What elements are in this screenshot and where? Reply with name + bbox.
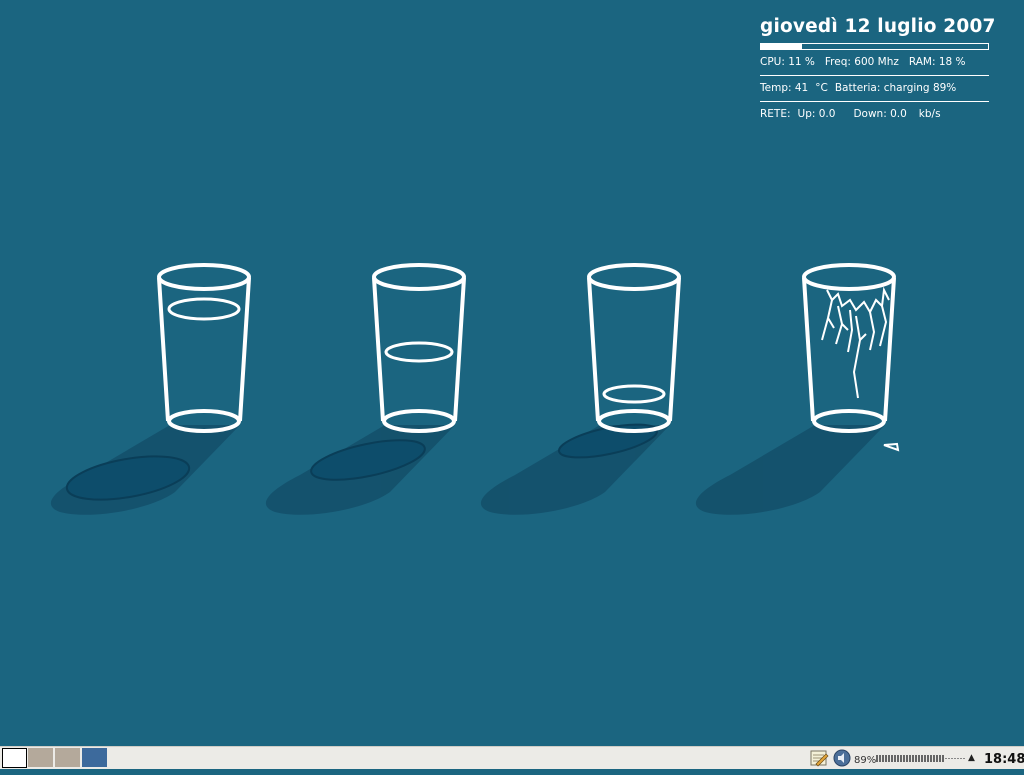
battery-meter-segment <box>954 758 956 759</box>
taskbar: 89% ▲ 18:48 <box>0 746 1024 769</box>
battery-meter-segment <box>933 755 935 762</box>
desktop[interactable]: giovedì 12 luglio 2007 CPU: 11 % Freq: 60… <box>0 0 1024 746</box>
temperature-unit: °C <box>815 82 828 94</box>
battery-meter-segment <box>900 755 902 762</box>
battery-meter-segment <box>903 755 905 762</box>
glass-half-icon <box>372 263 466 433</box>
conky-date: giovedì 12 luglio 2007 <box>760 16 996 37</box>
ram-usage: RAM: 18 % <box>908 56 966 68</box>
battery-meter-segment <box>924 755 926 762</box>
cpu-usage-bar <box>760 43 989 50</box>
conky-system-monitor: giovedì 12 luglio 2007 CPU: 11 % Freq: 60… <box>760 14 996 127</box>
workspace-3-button[interactable] <box>55 748 80 767</box>
battery-meter-segment <box>945 758 947 759</box>
battery-meter-segment <box>951 758 953 759</box>
battery-meter-segment <box>912 755 914 762</box>
notes-icon[interactable] <box>808 747 830 769</box>
battery-meter-segment <box>960 758 962 759</box>
battery-meter-segment <box>957 758 959 759</box>
battery-meter-segment <box>927 755 929 762</box>
battery-meter-segment <box>894 755 896 762</box>
workspace-2-button[interactable] <box>28 748 53 767</box>
clock[interactable]: 18:48 <box>984 747 1024 769</box>
temperature: Temp: 41 <box>760 82 809 94</box>
battery-meter-segment <box>888 755 890 762</box>
battery-meter-segment <box>885 755 887 762</box>
clock-label: 18:48 <box>984 752 1024 767</box>
battery-meter-segment <box>906 755 908 762</box>
battery-meter[interactable] <box>876 755 966 762</box>
battery-percent-label: 89% <box>854 755 877 766</box>
battery-meter-segment <box>882 755 884 762</box>
battery-meter-segment <box>930 755 932 762</box>
conky-cpu-row: CPU: 11 % Freq: 600 Mhz RAM: 18 % <box>760 50 989 75</box>
cpu-usage: CPU: 11 % <box>760 56 815 68</box>
workspace-1-button[interactable] <box>2 748 27 768</box>
glass-broken-icon <box>802 263 900 452</box>
battery-meter-segment <box>909 755 911 762</box>
tray-expand-arrow-icon[interactable]: ▲ <box>968 747 975 769</box>
conky-network-row: RETE: Up: 0.0 Down: 0.0 kb/s <box>760 101 989 127</box>
sound-icon[interactable] <box>832 747 852 769</box>
workspace-4-button[interactable] <box>82 748 107 767</box>
battery-percent[interactable]: 89% <box>854 747 876 769</box>
battery-meter-segment <box>918 755 920 762</box>
battery-meter-segment <box>942 755 944 762</box>
cpu-frequency: Freq: 600 Mhz <box>824 56 899 68</box>
battery-meter-segment <box>921 755 923 762</box>
battery-meter-segment <box>915 755 917 762</box>
network-unit: kb/s <box>918 108 941 120</box>
battery-status: Batteria: charging 89% <box>834 82 957 94</box>
glass-low-icon <box>587 263 681 433</box>
battery-meter-segment <box>897 755 899 762</box>
battery-meter-segment <box>936 755 938 762</box>
network-up: Up: 0.0 <box>797 108 836 120</box>
conky-temp-row: Temp: 41 °C Batteria: charging 89% <box>760 75 989 101</box>
glass-full-icon <box>157 263 251 433</box>
battery-meter-segment <box>963 758 965 759</box>
glass-shadow <box>695 425 885 515</box>
battery-meter-segment <box>891 755 893 762</box>
battery-meter-segment <box>876 755 878 762</box>
cpu-usage-bar-fill <box>761 44 802 49</box>
battery-meter-segment <box>948 758 950 759</box>
network-label: RETE: <box>760 108 791 120</box>
network-down: Down: 0.0 <box>853 108 907 120</box>
battery-meter-segment <box>879 755 881 762</box>
glass-shard-icon <box>883 442 900 452</box>
battery-meter-segment <box>939 755 941 762</box>
